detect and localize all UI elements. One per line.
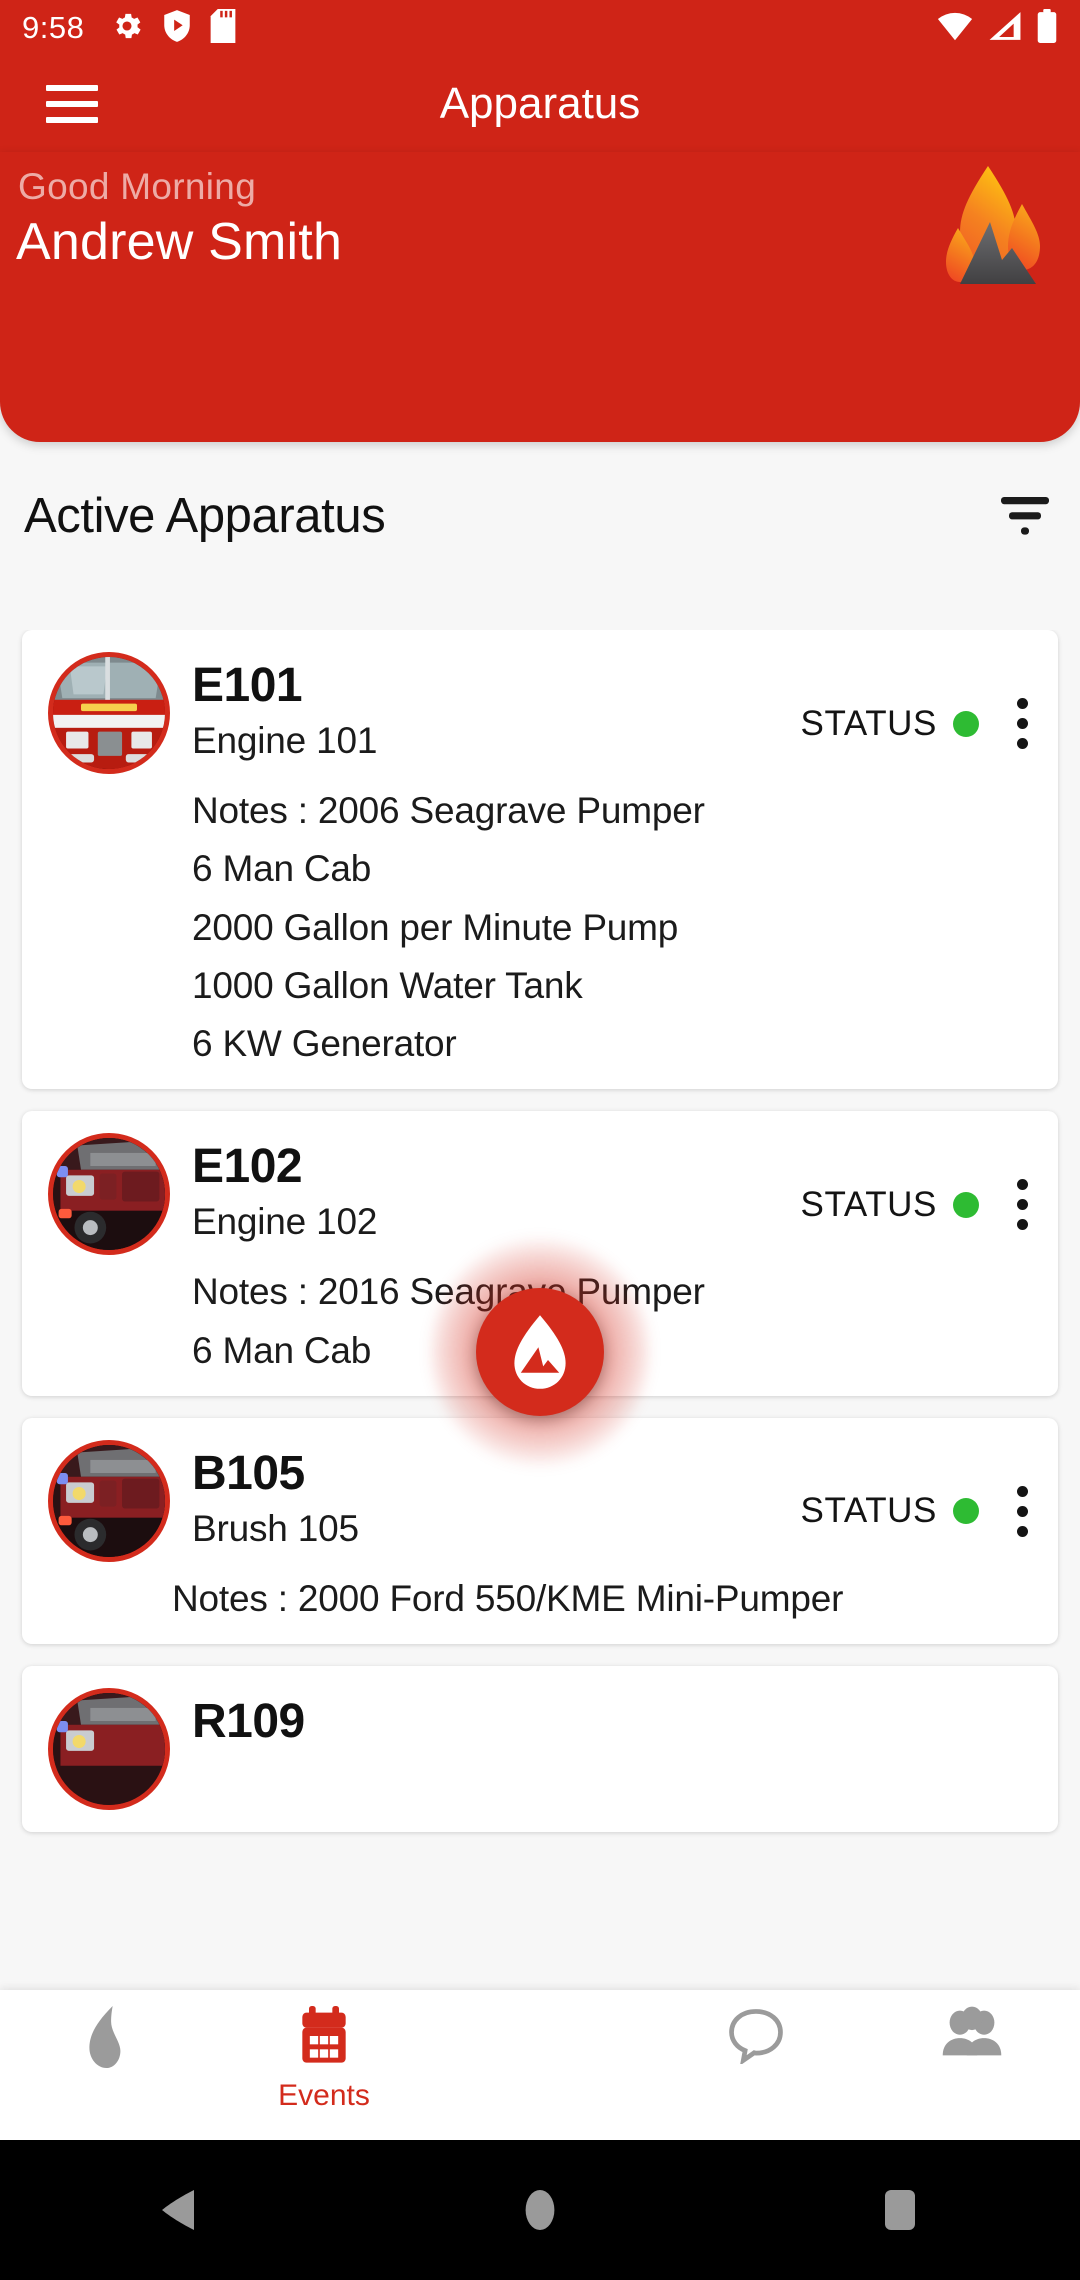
nav-item-home[interactable]: [0, 2006, 216, 2081]
flame-logo: [938, 162, 1046, 292]
status-label: STATUS: [800, 1491, 937, 1531]
note-line: Notes : 2000 Ford 550/KME Mini-Pumper: [172, 1577, 844, 1619]
sd-card-icon: [210, 8, 236, 48]
app-bar: Apparatus: [0, 56, 1080, 152]
status-label: STATUS: [800, 703, 937, 743]
nav-label: Events: [278, 2079, 370, 2112]
apparatus-avatar: [48, 1133, 170, 1256]
nav-item-events[interactable]: Events: [216, 2006, 432, 2113]
status-indicator-dot: [953, 1498, 979, 1525]
cellular-signal-icon: [988, 10, 1022, 47]
note-line: 6 Man Cab: [192, 848, 372, 890]
battery-icon: [1036, 8, 1058, 48]
wifi-icon: [936, 10, 974, 47]
status-label: STATUS: [800, 1184, 937, 1224]
status-indicator-dot: [953, 710, 979, 737]
note-line: 6 KW Generator: [192, 1023, 457, 1064]
more-options-icon[interactable]: [1013, 694, 1032, 753]
more-options-icon[interactable]: [1013, 1482, 1032, 1541]
apparatus-code: B105: [192, 1446, 305, 1500]
apparatus-card[interactable]: R109: [22, 1666, 1058, 1832]
status-bar-notification-icons: [110, 8, 236, 48]
flame-icon: [514, 1315, 566, 1389]
apparatus-avatar: [48, 1439, 170, 1562]
page-title: Apparatus: [439, 79, 641, 128]
apparatus-notes: Notes : 2000 Ford 550/KME Mini-Pumper: [172, 1576, 1032, 1622]
apparatus-card[interactable]: E101 Engine 101 STATUS Notes : 2006 Seag…: [22, 630, 1058, 1090]
android-navigation-bar: [0, 2140, 1080, 2280]
status-bar-system-icons: [936, 8, 1058, 48]
back-triangle-icon[interactable]: [120, 2150, 240, 2270]
floating-action-button-wrap: [430, 1237, 650, 1467]
nav-item-messages[interactable]: [648, 2006, 864, 2077]
apparatus-notes: Notes : 2006 Seagrave Pumper 6 Man Cab 2…: [192, 788, 1032, 1067]
more-options-icon[interactable]: [1013, 1175, 1032, 1234]
section-header: Active Apparatus: [0, 468, 1080, 564]
note-line: Notes : 2006 Seagrave Pumper: [192, 790, 705, 831]
calendar-icon: [299, 2006, 349, 2071]
greeting-salutation: Good Morning: [18, 166, 257, 207]
add-apparatus-fab[interactable]: [476, 1288, 604, 1416]
note-line: 2000 Gallon per Minute Pump: [192, 906, 679, 948]
flame-icon: [84, 2006, 132, 2073]
apparatus-code: E101: [192, 659, 303, 712]
apparatus-code: R109: [192, 1695, 305, 1748]
note-line: 1000 Gallon Water Tank: [192, 964, 583, 1006]
home-circle-icon[interactable]: [480, 2150, 600, 2270]
apparatus-name: Engine 101: [192, 720, 378, 761]
phone-screen: 9:58 Apparatus Good Morning Andrew Smith…: [0, 0, 1080, 2280]
greeting-card: Good Morning Andrew Smith: [0, 152, 1080, 442]
status-bar-clock: 9:58: [22, 10, 85, 45]
apparatus-name: Engine 102: [192, 1201, 378, 1243]
hamburger-menu-icon[interactable]: [46, 85, 98, 123]
chat-bubble-icon: [727, 2006, 785, 2069]
recents-square-icon[interactable]: [840, 2150, 960, 2270]
filter-icon[interactable]: [994, 485, 1056, 547]
gear-icon: [110, 9, 144, 48]
apparatus-name: Brush 105: [192, 1507, 359, 1549]
apparatus-avatar: [48, 652, 170, 774]
status-bar: 9:58: [0, 0, 1080, 56]
greeting-user-name: Andrew Smith: [16, 213, 343, 271]
apparatus-code: E102: [192, 1140, 303, 1194]
apparatus-avatar: [48, 1688, 170, 1810]
section-title: Active Apparatus: [24, 489, 386, 543]
nav-item-members[interactable]: [864, 2006, 1080, 2073]
bottom-navigation-bar: Events: [0, 1990, 1080, 2140]
people-group-icon: [941, 2006, 1003, 2065]
play-protect-icon: [162, 9, 192, 48]
status-indicator-dot: [953, 1191, 979, 1218]
